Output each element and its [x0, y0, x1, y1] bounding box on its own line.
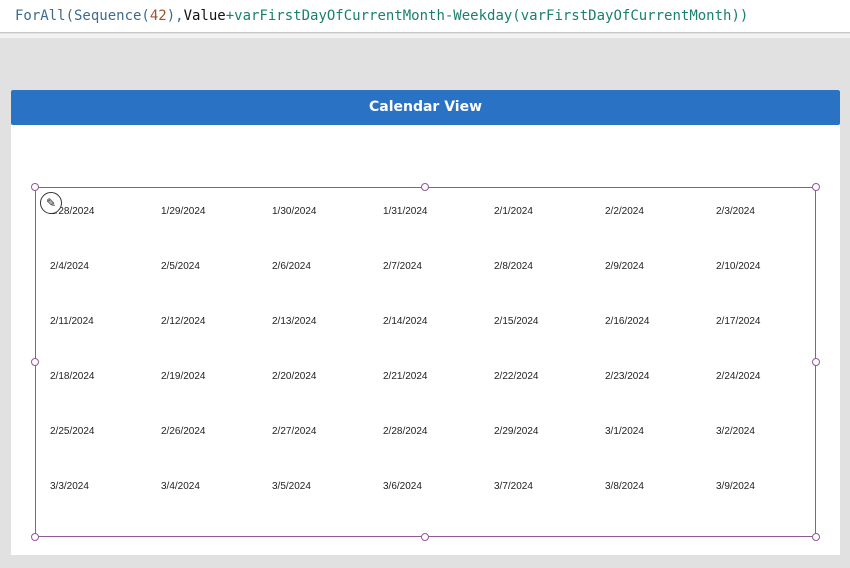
formula-token: ), [166, 8, 184, 24]
date-cell[interactable]: 2/16/2024 [605, 316, 650, 327]
date-cell[interactable]: 2/2/2024 [605, 206, 644, 217]
resize-handle[interactable] [812, 358, 820, 366]
date-cell[interactable]: 3/4/2024 [161, 481, 200, 492]
resize-handle[interactable] [421, 183, 429, 191]
resize-handle[interactable] [421, 533, 429, 541]
date-cell[interactable]: 3/5/2024 [272, 481, 311, 492]
date-cell[interactable]: 3/1/2024 [605, 426, 644, 437]
date-cell[interactable]: 2/5/2024 [161, 261, 200, 272]
date-cell[interactable]: 2/22/2024 [494, 371, 539, 382]
date-cell[interactable]: 2/27/2024 [272, 426, 317, 437]
date-cell[interactable]: 2/21/2024 [383, 371, 428, 382]
edit-pencil-icon[interactable]: ✎ [40, 192, 62, 214]
formula-bar[interactable]: ForAll(Sequence(42),Value+varFirstDayOfC… [0, 0, 850, 33]
date-cell[interactable]: 3/2/2024 [716, 426, 755, 437]
date-cell[interactable]: 2/9/2024 [605, 261, 644, 272]
date-cell[interactable]: 3/9/2024 [716, 481, 755, 492]
resize-handle[interactable] [31, 183, 39, 191]
date-cell[interactable]: 3/7/2024 [494, 481, 533, 492]
date-cell[interactable]: 2/12/2024 [161, 316, 206, 327]
resize-handle[interactable] [31, 533, 39, 541]
calendar-gallery[interactable] [35, 187, 816, 537]
date-cell[interactable]: 2/20/2024 [272, 371, 317, 382]
date-cell[interactable]: 2/15/2024 [494, 316, 539, 327]
date-cell[interactable]: 1/30/2024 [272, 206, 317, 217]
date-cell[interactable]: 3/6/2024 [383, 481, 422, 492]
formula-token: ForAll(Sequence( [15, 8, 150, 24]
date-cell[interactable]: 2/29/2024 [494, 426, 539, 437]
date-cell[interactable]: 2/25/2024 [50, 426, 95, 437]
date-cell[interactable]: 3/8/2024 [605, 481, 644, 492]
date-cell[interactable]: 2/11/2024 [50, 316, 94, 327]
date-cell[interactable]: 2/28/2024 [383, 426, 428, 437]
resize-handle[interactable] [812, 533, 820, 541]
date-cell[interactable]: 1/29/2024 [161, 206, 206, 217]
formula-token: Value [183, 8, 226, 24]
date-cell[interactable]: 2/6/2024 [272, 261, 311, 272]
date-cell[interactable]: 2/14/2024 [383, 316, 428, 327]
formula-token: 42 [149, 8, 167, 24]
date-cell[interactable]: 2/10/2024 [716, 261, 761, 272]
date-cell[interactable]: 2/7/2024 [383, 261, 422, 272]
date-cell[interactable]: 2/3/2024 [716, 206, 755, 217]
date-cell[interactable]: 2/4/2024 [50, 261, 89, 272]
date-cell[interactable]: 1/31/2024 [383, 206, 428, 217]
resize-handle[interactable] [31, 358, 39, 366]
date-cell[interactable]: 2/26/2024 [161, 426, 206, 437]
date-cell[interactable]: 2/17/2024 [716, 316, 761, 327]
formula-bar-divider [0, 34, 850, 38]
date-cell[interactable]: 2/19/2024 [161, 371, 206, 382]
formula-token: +varFirstDayOfCurrentMonth-Weekday(varFi… [225, 8, 749, 24]
date-cell[interactable]: 2/24/2024 [716, 371, 761, 382]
date-cell[interactable]: 2/8/2024 [494, 261, 533, 272]
date-cell[interactable]: 2/13/2024 [272, 316, 317, 327]
resize-handle[interactable] [812, 183, 820, 191]
calendar-header: Calendar View [11, 90, 840, 125]
date-cell[interactable]: 2/1/2024 [494, 206, 533, 217]
date-cell[interactable]: 2/23/2024 [605, 371, 650, 382]
date-cell[interactable]: 3/3/2024 [50, 481, 89, 492]
date-cell[interactable]: 2/18/2024 [50, 371, 95, 382]
